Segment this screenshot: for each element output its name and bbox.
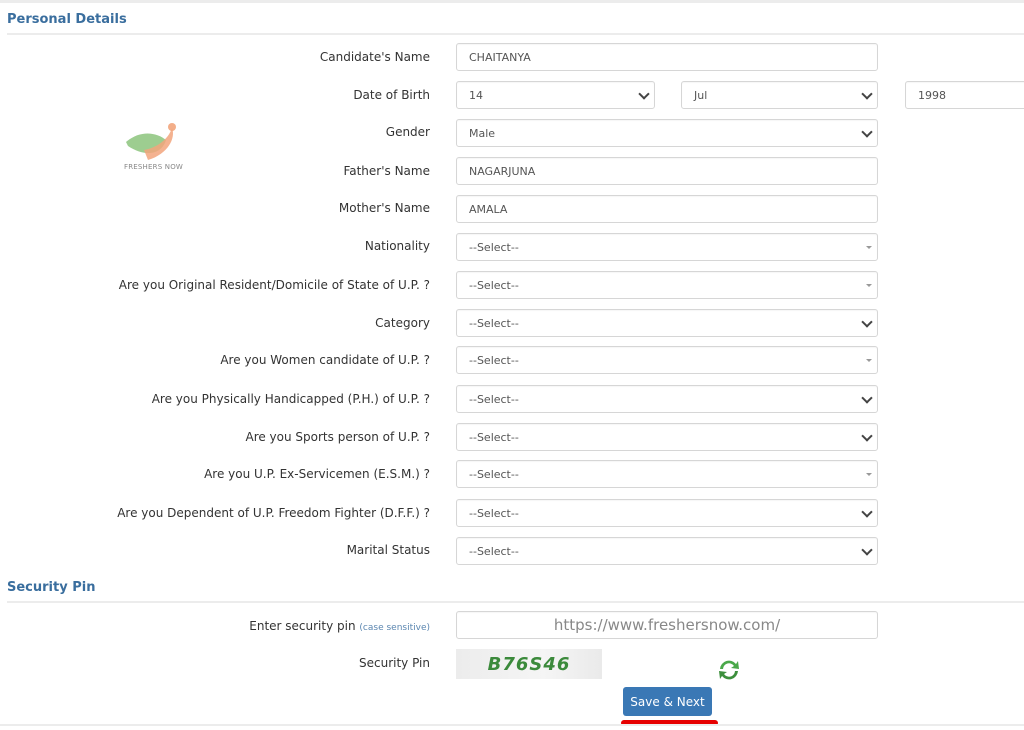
freedom-fighter-select[interactable]: --Select-- — [456, 499, 878, 527]
top-divider — [0, 0, 1024, 3]
caret-down-icon — [866, 246, 872, 249]
bottom-divider — [0, 724, 1024, 726]
security-pin-heading: Security Pin — [7, 580, 96, 595]
chevron-down-icon — [861, 88, 873, 100]
domicile-label: Are you Original Resident/Domicile of St… — [118, 278, 430, 292]
gender-value: Male — [469, 126, 496, 140]
sports-person-value: --Select-- — [469, 430, 519, 444]
freedom-fighter-value: --Select-- — [469, 506, 519, 520]
father-name-value: NAGARJUNA — [469, 164, 536, 178]
enter-security-pin-text: Enter security pin — [249, 619, 356, 633]
domicile-select[interactable]: --Select-- — [456, 271, 878, 299]
domicile-value: --Select-- — [469, 278, 519, 292]
chevron-down-icon — [861, 392, 873, 404]
captcha-image: B76S46 — [456, 649, 602, 679]
chevron-down-icon — [861, 506, 873, 518]
dob-day-value: 14 — [469, 88, 483, 102]
chevron-down-icon — [638, 88, 650, 100]
personal-details-heading: Personal Details — [7, 12, 127, 27]
category-value: --Select-- — [469, 316, 519, 330]
physically-handicapped-select[interactable]: --Select-- — [456, 385, 878, 413]
save-next-button[interactable]: Save & Next — [623, 687, 712, 716]
physically-handicapped-value: --Select-- — [469, 392, 519, 406]
marital-status-select[interactable]: --Select-- — [456, 537, 878, 565]
enter-security-pin-label: Enter security pin (case sensitive) — [249, 619, 430, 633]
security-pin-input[interactable]: https://www.freshersnow.com/ — [456, 611, 878, 639]
candidate-name-value: CHAITANYA — [469, 50, 531, 64]
category-select[interactable]: --Select-- — [456, 309, 878, 337]
sports-person-label: Are you Sports person of U.P. ? — [245, 430, 430, 444]
gender-select[interactable]: Male — [456, 119, 878, 147]
caret-down-icon — [866, 359, 872, 362]
ex-servicemen-label: Are you U.P. Ex-Servicemen (E.S.M.) ? — [204, 467, 430, 481]
dob-year-value: 1998 — [918, 88, 946, 102]
security-pin-input-value: https://www.freshersnow.com/ — [553, 616, 781, 634]
ex-servicemen-select[interactable]: --Select-- — [456, 460, 878, 488]
nationality-select[interactable]: --Select-- — [456, 233, 878, 261]
marital-status-label: Marital Status — [346, 543, 430, 557]
freedom-fighter-label: Are you Dependent of U.P. Freedom Fighte… — [117, 506, 430, 520]
case-sensitive-hint: (case sensitive) — [359, 623, 430, 633]
mother-name-input[interactable]: AMALA — [456, 195, 878, 223]
chevron-down-icon — [861, 316, 873, 328]
dob-month-value: Jul — [694, 88, 708, 102]
ex-servicemen-value: --Select-- — [469, 467, 519, 481]
caret-down-icon — [866, 473, 872, 476]
dob-day-select[interactable]: 14 — [456, 81, 655, 109]
logo-text: FRESHERS NOW — [124, 163, 184, 171]
security-pin-label: Security Pin — [358, 656, 430, 670]
candidate-name-input[interactable]: CHAITANYA — [456, 43, 878, 71]
women-candidate-select[interactable]: --Select-- — [456, 346, 878, 374]
gender-label: Gender — [385, 125, 430, 139]
sports-person-select[interactable]: --Select-- — [456, 423, 878, 451]
category-label: Category — [375, 316, 430, 330]
dob-month-select[interactable]: Jul — [681, 81, 878, 109]
section-divider — [7, 601, 1024, 603]
chevron-down-icon — [861, 544, 873, 556]
father-name-input[interactable]: NAGARJUNA — [456, 157, 878, 185]
dob-year-input[interactable]: 1998 — [905, 81, 1024, 109]
dob-label: Date of Birth — [353, 88, 430, 102]
marital-status-value: --Select-- — [469, 544, 519, 558]
section-divider — [7, 33, 1024, 35]
mother-name-value: AMALA — [469, 202, 508, 216]
physically-handicapped-label: Are you Physically Handicapped (P.H.) of… — [151, 392, 430, 406]
nationality-label: Nationality — [364, 239, 430, 253]
father-name-label: Father's Name — [343, 164, 430, 178]
nationality-value: --Select-- — [469, 240, 519, 254]
mother-name-label: Mother's Name — [338, 201, 430, 215]
chevron-down-icon — [861, 430, 873, 442]
chevron-down-icon — [861, 126, 873, 138]
candidate-name-label: Candidate's Name — [319, 50, 430, 64]
women-candidate-value: --Select-- — [469, 353, 519, 367]
refresh-captcha-icon[interactable] — [715, 656, 743, 684]
caret-down-icon — [866, 284, 872, 287]
women-candidate-label: Are you Women candidate of U.P. ? — [220, 353, 430, 367]
